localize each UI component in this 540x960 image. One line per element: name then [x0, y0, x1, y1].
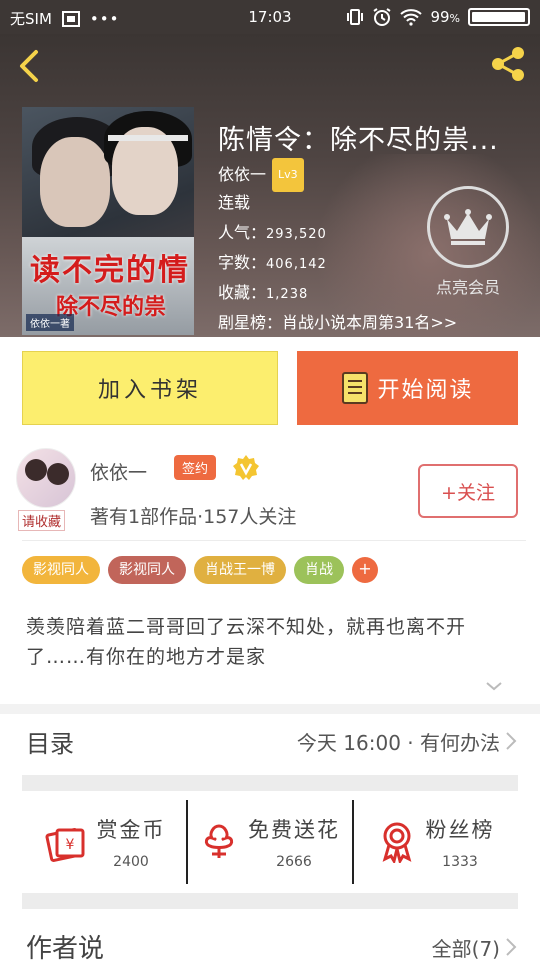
cover-author: 依依一著: [26, 314, 74, 331]
book-icon: [342, 372, 369, 404]
chevron-right-icon[interactable]: [504, 730, 518, 752]
book-intro[interactable]: 羡羡陪着蓝二哥哥回了云深不知处，就再也离不开了……有你在的地方才是家: [26, 612, 520, 672]
tag-chip[interactable]: 影视同人: [108, 556, 186, 584]
reward-coins-button[interactable]: ¥ 赏金币 2400: [22, 800, 186, 884]
alarm-icon: [373, 8, 392, 26]
start-reading-label: 开始阅读: [377, 378, 474, 403]
chevron-right-icon[interactable]: [504, 936, 518, 958]
percent-sign: %: [449, 12, 460, 25]
author-says-all[interactable]: 全部(7): [432, 933, 500, 960]
author-avatar[interactable]: 请收藏: [16, 448, 78, 531]
book-cover[interactable]: 读不完的情 除不尽的祟 依依一著: [22, 107, 194, 335]
back-button[interactable]: [14, 46, 46, 86]
status-right: 99%: [346, 7, 530, 27]
tag-chip[interactable]: 影视同人: [22, 556, 100, 584]
book-author-row: 依依一 Lv3: [218, 158, 457, 192]
chevron-down-icon[interactable]: [484, 676, 504, 696]
award-ribbon-icon: [382, 822, 411, 863]
book-author[interactable]: 依依一: [218, 165, 266, 184]
vip-button[interactable]: 点亮会员: [420, 186, 516, 298]
popularity-value: 293,520: [266, 227, 327, 242]
stat-name: 免费送花: [248, 818, 340, 842]
divider: [22, 540, 526, 541]
verified-v-icon: [233, 455, 259, 480]
send-flowers-button[interactable]: 免费送花 2666: [186, 800, 352, 884]
tag-chip[interactable]: 肖战: [294, 556, 344, 584]
start-reading-button[interactable]: 开始阅读: [297, 351, 518, 425]
favorites-label: 收藏：: [218, 283, 267, 302]
toc-label[interactable]: 目录: [26, 724, 74, 759]
words-value: 406,142: [266, 257, 327, 272]
words-label: 字数：: [218, 253, 267, 272]
please-favorite-tag: 请收藏: [18, 510, 66, 531]
cover-title-1: 读不完的情: [30, 253, 190, 288]
vibrate-icon: [347, 9, 364, 25]
section-separator: [22, 775, 518, 791]
battery-icon: [468, 8, 530, 26]
author-says-label: 作者说: [26, 934, 105, 960]
wifi-icon: [400, 9, 423, 26]
author-name[interactable]: 依依一: [90, 458, 147, 485]
stats-row: ¥ 赏金币 2400 免费送花 2666 粉丝榜 1333: [22, 800, 518, 884]
author-summary: 著有1部作品·157人关注: [90, 506, 297, 528]
rank-row[interactable]: 剧星榜：肖战小说本周第31名>>: [218, 308, 457, 337]
rank-text[interactable]: 肖战小说本周第31名>>: [282, 313, 457, 332]
follow-button[interactable]: +关注: [418, 464, 518, 518]
level-badge: Lv3: [272, 158, 304, 192]
share-button[interactable]: [488, 44, 528, 84]
avatar: [16, 448, 76, 508]
tag-chip[interactable]: 肖战王一博: [194, 556, 286, 584]
battery-percent: 99%: [430, 8, 460, 26]
popularity-label: 人气：: [218, 223, 267, 242]
book-header: 读不完的情 除不尽的祟 依依一著 陈情令：除不尽的祟... 依依一 Lv3 连载 …: [0, 34, 540, 337]
tag-list: 影视同人 影视同人 肖战王一博 肖战 +: [22, 556, 378, 584]
red-envelope-icon: ¥: [44, 828, 84, 862]
rank-label: 剧星榜：: [218, 313, 283, 332]
stat-value: 2400: [113, 854, 149, 870]
book-title: 陈情令：除不尽的祟...: [218, 125, 499, 156]
battery-fill: [472, 12, 526, 22]
status-bar: 无SIM ••• 17:03 99%: [0, 0, 540, 34]
toc-latest-chapter[interactable]: 今天 16:00 · 有何办法: [297, 727, 500, 756]
flower-icon: [204, 824, 234, 858]
crown-icon: [427, 186, 509, 268]
add-tag-button[interactable]: +: [352, 557, 378, 583]
stat-value: 1333: [442, 854, 478, 870]
section-separator: [22, 893, 518, 909]
vip-label: 点亮会员: [435, 278, 500, 297]
section-separator: [0, 704, 540, 714]
favorites-value: 1,238: [266, 287, 309, 302]
stat-value: 2666: [276, 854, 312, 870]
add-to-shelf-button[interactable]: 加入书架: [22, 351, 278, 425]
signed-badge: 签约: [174, 455, 217, 480]
svg-text:¥: ¥: [65, 837, 74, 853]
fan-ranking-button[interactable]: 粉丝榜 1333: [352, 800, 518, 884]
stat-name: 粉丝榜: [425, 818, 495, 842]
stat-name: 赏金币: [96, 818, 166, 842]
